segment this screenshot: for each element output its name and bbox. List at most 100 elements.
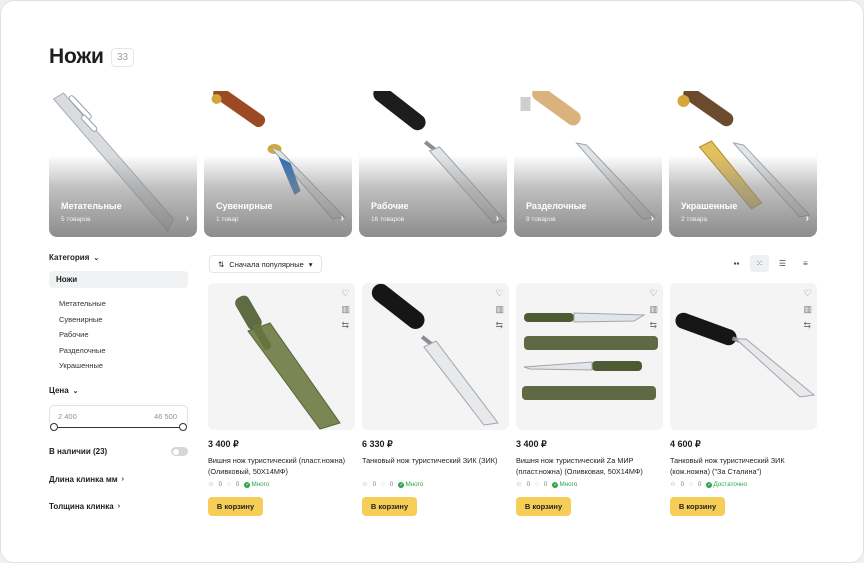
- star-icon: ☆: [516, 481, 522, 488]
- compare-icon[interactable]: ▥: [495, 304, 504, 315]
- slider-min-handle[interactable]: [50, 423, 58, 431]
- grid-small-view-button[interactable]: ⁙: [750, 255, 769, 272]
- category-count: 9 товаров: [526, 216, 556, 223]
- category-count: 16 товаров: [371, 216, 405, 223]
- category-tile-throwing[interactable]: Метательные 5 товаров ›: [49, 91, 197, 237]
- star-icon: ☆: [670, 481, 676, 488]
- blade-length-label: Длина клинка мм: [49, 475, 118, 484]
- product-image[interactable]: ♡ ▥ ⇆: [208, 283, 355, 430]
- price-filter-heading: Цена: [49, 386, 69, 395]
- category-tile-butcher[interactable]: Разделочные 9 товаров ›: [514, 91, 662, 237]
- blade-thickness-label: Толщина клинка: [49, 502, 114, 511]
- cart-quick-icon[interactable]: ⇆: [803, 320, 812, 331]
- price-max-input[interactable]: 46 500: [154, 412, 177, 421]
- availability-text: Много: [559, 481, 578, 488]
- compact-list-icon: ≡: [803, 259, 808, 268]
- add-to-cart-button[interactable]: В корзину: [208, 497, 263, 516]
- chevron-right-icon: ›: [121, 476, 124, 483]
- sort-dropdown[interactable]: ⇅ Сначала популярные ▾: [209, 255, 322, 273]
- add-to-cart-button[interactable]: В корзину: [516, 497, 571, 516]
- add-to-cart-button[interactable]: В корзину: [362, 497, 417, 516]
- compact-list-view-button[interactable]: ≡: [796, 255, 815, 272]
- availability-badge: ✓ Достаточно: [706, 481, 747, 488]
- list-view-button[interactable]: ☰: [773, 255, 792, 272]
- favorite-icon[interactable]: ♡: [649, 288, 658, 299]
- star-icon: ☆: [208, 481, 214, 488]
- page-title: Ножи: [49, 45, 104, 68]
- subcategory-item[interactable]: Сувенирные: [59, 312, 189, 328]
- add-to-cart-button[interactable]: В корзину: [670, 497, 725, 516]
- product-name[interactable]: Танковый нож туристический ЗИК (кож.ножн…: [670, 456, 817, 478]
- category-name: Рабочие: [371, 201, 409, 211]
- black-knife-leather-image: [675, 312, 816, 398]
- compare-icon[interactable]: ▥: [649, 304, 658, 315]
- cart-quick-icon[interactable]: ⇆: [649, 320, 658, 331]
- view-mode-switcher: ▪▪ ⁙ ☰ ≡: [727, 255, 815, 272]
- product-image[interactable]: ♡ ▥ ⇆: [670, 283, 817, 430]
- blade-thickness-filter[interactable]: Толщина клинка ›: [49, 502, 120, 511]
- in-stock-filter: В наличии (23): [49, 447, 188, 456]
- subcategory-item[interactable]: Разделочные: [59, 343, 189, 359]
- category-tile-work[interactable]: Рабочие 16 товаров ›: [359, 91, 507, 237]
- active-category[interactable]: Ножи: [49, 271, 188, 288]
- grid-large-view-button[interactable]: ▪▪: [727, 255, 746, 272]
- product-meta: ☆ 0 ◌ 0 ✓ Много: [362, 481, 509, 488]
- subcategory-list: Метательные Сувенирные Рабочие Разделочн…: [49, 296, 189, 374]
- favorite-icon[interactable]: ♡: [495, 288, 504, 299]
- in-stock-toggle[interactable]: [171, 447, 188, 456]
- cart-quick-icon[interactable]: ⇆: [341, 320, 350, 331]
- availability-text: Достаточно: [713, 481, 748, 488]
- comment-icon: ◌: [227, 481, 231, 488]
- category-count: 2 товара: [681, 216, 708, 223]
- olive-knives-set-image: [522, 312, 658, 400]
- favorite-icon[interactable]: ♡: [341, 288, 350, 299]
- subcategory-item[interactable]: Украшенные: [59, 358, 189, 374]
- category-tile-decorated[interactable]: Украшенные 2 товара ›: [669, 91, 817, 237]
- category-name: Разделочные: [526, 201, 587, 211]
- product-name[interactable]: Вишня нож туристический Za МИР (пласт.но…: [516, 456, 663, 478]
- rating-value: 0: [526, 481, 531, 488]
- compare-icon[interactable]: ▥: [341, 304, 350, 315]
- catalog-page: Ножи 33 Метательные 5 товаров › Сувенирн…: [0, 0, 864, 563]
- category-name: Метательные: [61, 201, 122, 211]
- category-name: Сувенирные: [216, 201, 273, 211]
- category-tiles: Метательные 5 товаров › Сувенирные 1 тов…: [49, 91, 817, 237]
- price-range-slider[interactable]: 2 400 46 500: [49, 405, 188, 431]
- grid-large-icon: ▪▪: [733, 259, 740, 268]
- filter-sidebar: Категория ⌄ Ножи Метательные Сувенирные …: [49, 253, 189, 511]
- product-grid: ♡ ▥ ⇆ 3 400 ₽ Вишня нож туристический (п…: [208, 283, 817, 516]
- comment-icon: ◌: [535, 481, 539, 488]
- rating-value: 0: [372, 481, 377, 488]
- product-image[interactable]: ♡ ▥ ⇆: [362, 283, 509, 430]
- product-card: ♡ ▥ ⇆ 6 330 ₽ Танковый нож туристический…: [362, 283, 509, 516]
- subcategory-item[interactable]: Метательные: [59, 296, 189, 312]
- slider-track: [54, 427, 183, 428]
- product-meta: ☆ 0 ◌ 0 ✓ Достаточно: [670, 481, 817, 488]
- comment-icon: ◌: [689, 481, 693, 488]
- favorite-icon[interactable]: ♡: [803, 288, 812, 299]
- blade-length-filter[interactable]: Длина клинка мм ›: [49, 475, 124, 484]
- price-min-input[interactable]: 2 400: [58, 412, 77, 421]
- product-price: 4 600 ₽: [670, 439, 701, 449]
- category-tile-souvenir[interactable]: Сувенирные 1 товар ›: [204, 91, 352, 237]
- subcategory-item[interactable]: Рабочие: [59, 327, 189, 343]
- slider-max-handle[interactable]: [179, 423, 187, 431]
- chevron-right-icon: ›: [340, 213, 344, 224]
- chevron-right-icon: ›: [185, 213, 189, 224]
- product-name[interactable]: Вишня нож туристический (пласт.ножна) (О…: [208, 456, 355, 478]
- compare-icon[interactable]: ▥: [803, 304, 812, 315]
- category-filter-toggle[interactable]: Категория ⌄: [49, 253, 189, 262]
- category-count: 5 товаров: [61, 216, 91, 223]
- product-name[interactable]: Танковый нож туристический ЗИК (ЗИК): [362, 456, 509, 478]
- cart-quick-icon[interactable]: ⇆: [495, 320, 504, 331]
- product-price: 3 400 ₽: [516, 439, 547, 449]
- availability-text: Много: [405, 481, 424, 488]
- check-icon: ✓: [398, 482, 405, 488]
- product-price: 6 330 ₽: [362, 439, 393, 449]
- product-image[interactable]: ♡ ▥ ⇆: [516, 283, 663, 430]
- chevron-down-icon: ⌄: [72, 387, 79, 395]
- comment-icon: ◌: [381, 481, 385, 488]
- price-filter-toggle[interactable]: Цена ⌄: [49, 386, 79, 395]
- chevron-right-icon: ›: [805, 213, 809, 224]
- chevron-right-icon: ›: [650, 213, 654, 224]
